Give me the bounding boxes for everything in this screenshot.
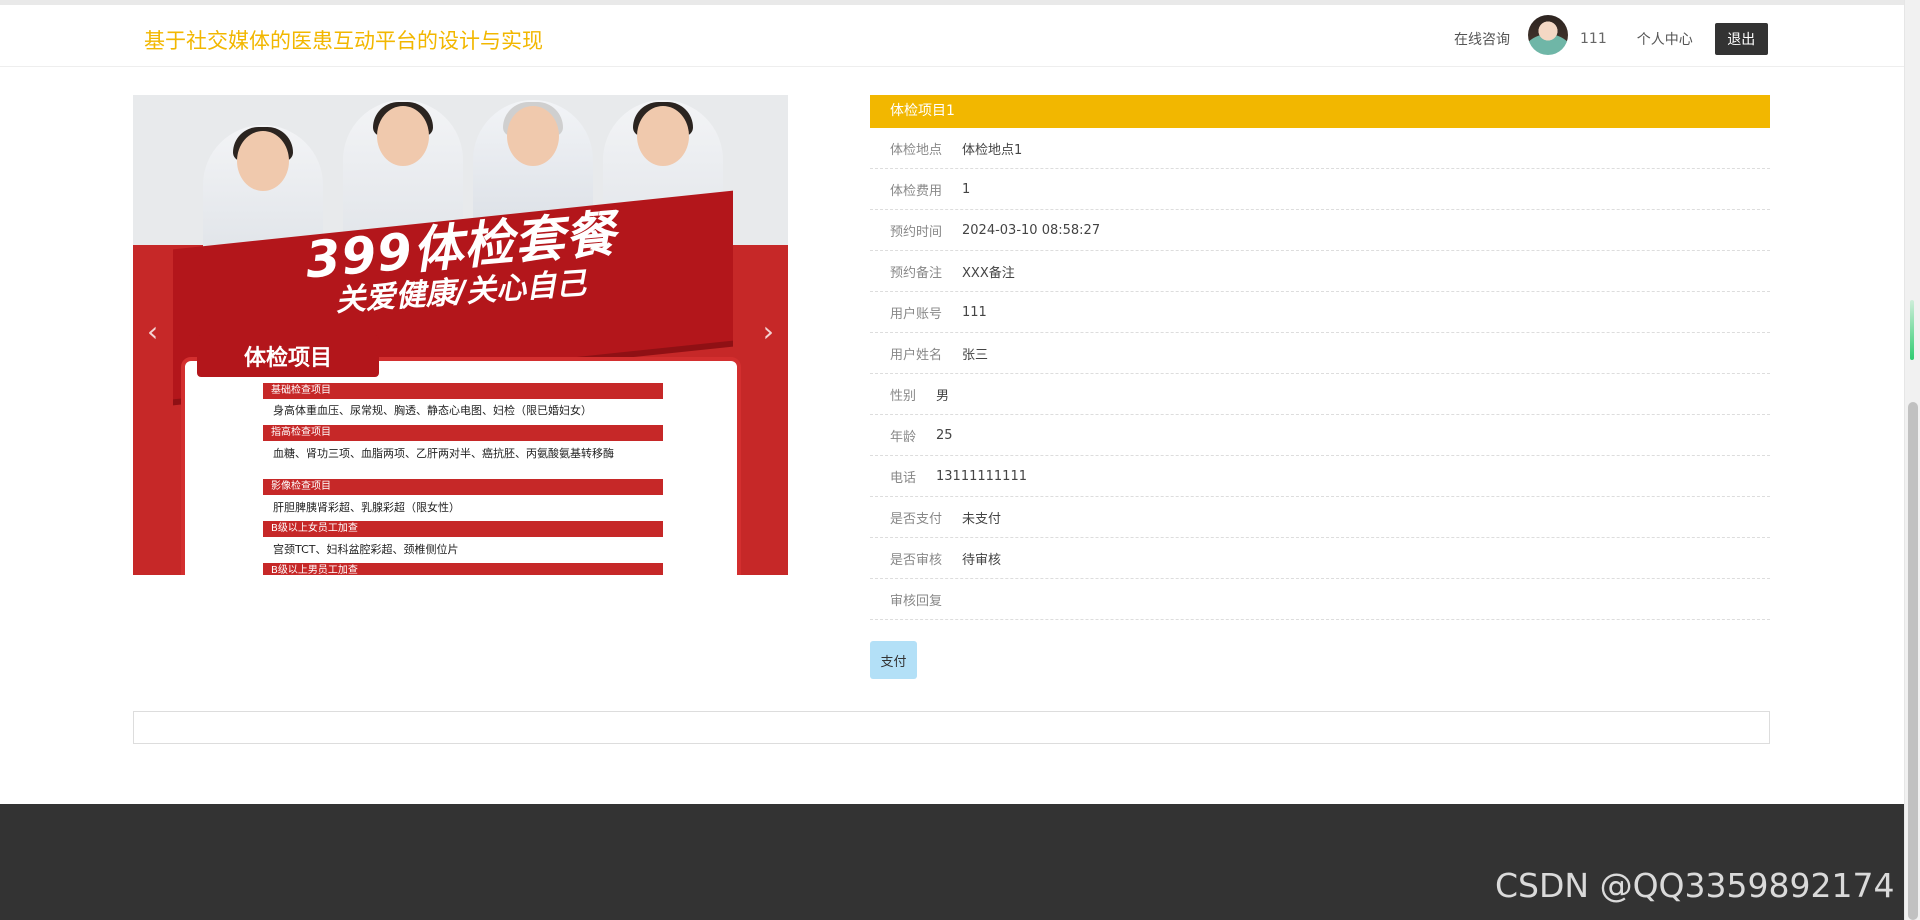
top-nav-bar: 基于社交媒体的医患互动平台的设计与实现 在线咨询 111 个人中心 退出 [0,0,1904,67]
detail-value: 1 [962,181,971,197]
poster-section-content: 身高体重血压、尿常规、胸透、静态心电图、妇检（限已婚妇女） [273,404,592,417]
poster-section-title: B级以上男员工加查 [263,563,663,575]
detail-row: 年龄 25 [870,415,1770,456]
csdn-watermark: CSDN @QQ3359892174 [1495,866,1895,905]
detail-label: 体检费用 [890,183,943,199]
detail-label: 年龄 [890,429,917,445]
detail-row: 是否审核 待审核 [870,538,1770,579]
poster-section-content: 宫颈TCT、妇科盆腔彩超、颈椎侧位片 [273,543,459,556]
nav-right: 在线咨询 111 个人中心 退出 [1454,15,1768,59]
detail-value: 待审核 [962,552,1002,568]
detail-label: 用户姓名 [890,347,943,363]
detail-value: XXX备注 [962,265,1015,281]
detail-row: 用户账号 111 [870,292,1770,333]
nav-username: 111 [1580,31,1607,47]
detail-label: 性别 [890,388,917,404]
detail-label: 是否支付 [890,511,943,527]
detail-row: 预约时间 2024-03-10 08:58:27 [870,210,1770,251]
poster-section-content: 肝胆脾胰肾彩超、乳腺彩超（限女性） [273,501,460,514]
detail-row: 预约备注 XXX备注 [870,251,1770,292]
detail-title: 体检项目1 [870,95,1770,128]
detail-row: 是否支付 未支付 [870,497,1770,538]
logout-button[interactable]: 退出 [1714,23,1768,55]
nav-profile-link[interactable]: 个人中心 [1637,29,1693,49]
vertical-scrollbar[interactable] [1904,0,1920,920]
comment-box[interactable] [133,711,1770,744]
site-title[interactable]: 基于社交媒体的医患互动平台的设计与实现 [144,25,543,55]
detail-label: 审核回复 [890,593,943,609]
detail-row: 体检费用 1 [870,169,1770,210]
detail-row: 性别 男 [870,374,1770,415]
detail-value: 111 [962,304,987,320]
user-avatar[interactable] [1528,15,1568,55]
carousel-next-icon[interactable]: › [763,315,774,348]
detail-row: 体检地点 体检地点1 [870,128,1770,169]
poster-section-title: 指高检查项目 [263,425,663,441]
detail-panel: 体检项目1 体检地点 体检地点1 体检费用 1 预约时间 2024-03-10 08:… [870,95,1770,620]
detail-value: 体检地点1 [962,142,1023,158]
detail-label: 是否审核 [890,552,943,568]
detail-value: 13111111111 [936,468,1027,484]
detail-label: 体检地点 [890,142,943,158]
poster-section-title: 影像检查项目 [263,479,663,495]
carousel-prev-icon[interactable]: ‹ [147,315,158,348]
poster-section-title: 基础检查项目 [263,383,663,399]
detail-label: 用户账号 [890,306,943,322]
poster-section-content: 血糖、肾功三项、血脂两项、乙肝两对半、癌抗胚、丙氨酸氨基转移酶 [273,447,614,460]
detail-value: 25 [936,427,953,443]
detail-value: 未支付 [962,511,1002,527]
detail-row: 电话 13111111111 [870,456,1770,497]
nav-consult-link[interactable]: 在线咨询 [1454,29,1510,49]
detail-label: 预约备注 [890,265,943,281]
detail-row: 审核回复 [870,579,1770,620]
poster-section-title: B级以上女员工加查 [263,521,663,537]
detail-row: 用户姓名 张三 [870,333,1770,374]
pay-button[interactable]: 支付 [870,641,917,679]
scrollbar-thumb[interactable] [1908,402,1918,920]
detail-value: 张三 [962,347,989,363]
detail-label: 预约时间 [890,224,943,240]
detail-value: 男 [936,388,950,404]
scroll-indicator [1910,300,1914,360]
image-carousel[interactable]: 399体检套餐 关爱健康/关心自己 体检项目 基础检查项目 身高体重血压、尿常规… [133,95,788,575]
detail-value: 2024-03-10 08:58:27 [962,222,1101,238]
detail-label: 电话 [890,470,917,486]
poster-card-tab: 体检项目 [197,335,379,377]
